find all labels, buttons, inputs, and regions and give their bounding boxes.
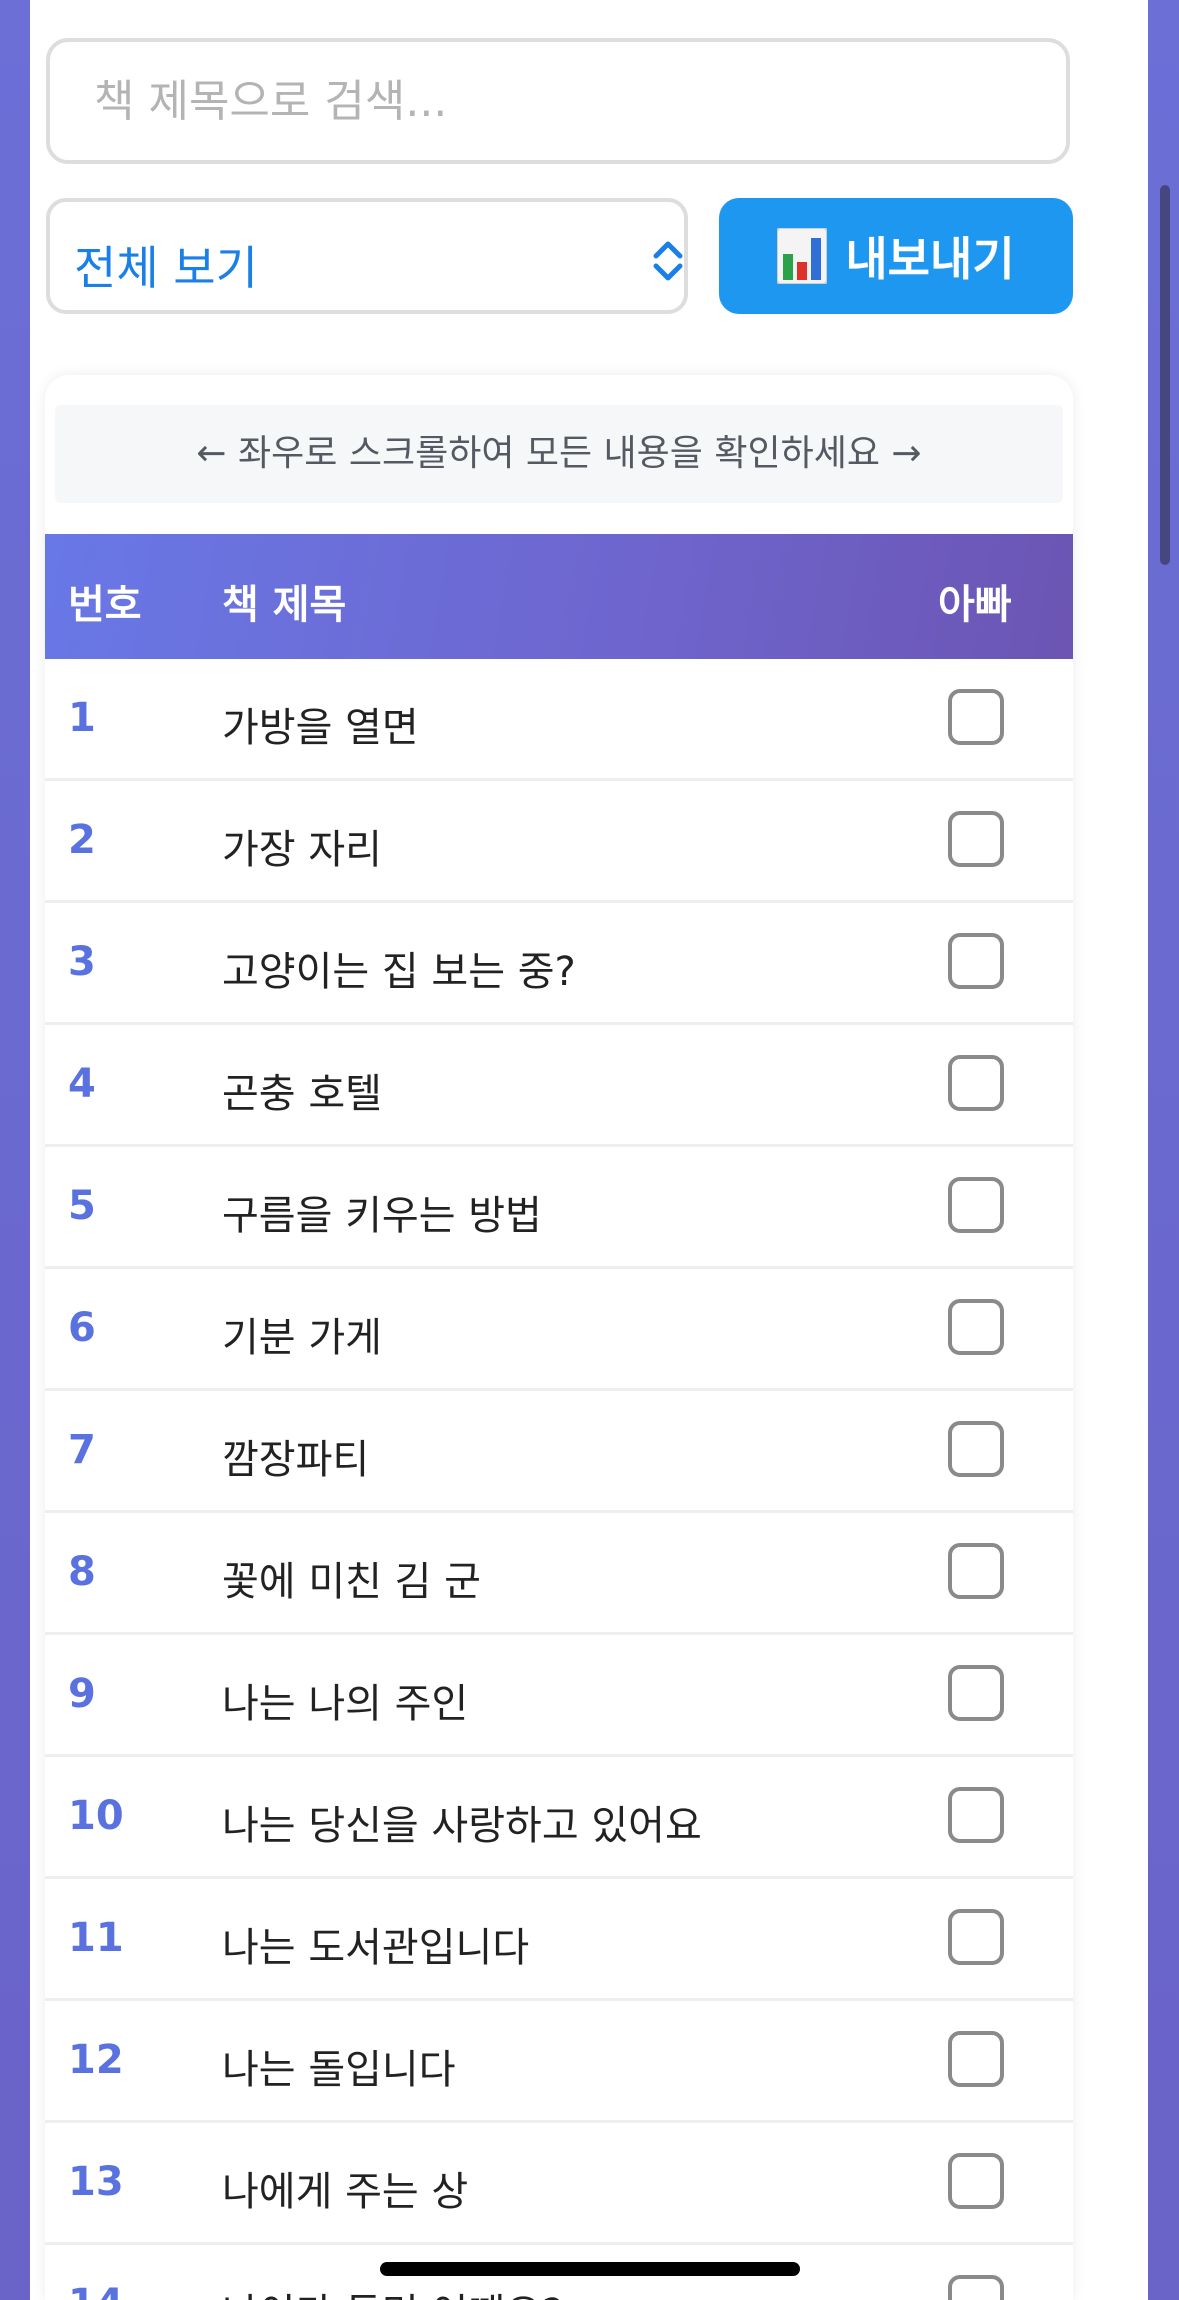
- table-row: 10 나는 당신을 사랑하고 있어요: [45, 1757, 1073, 1880]
- page-scrollbar[interactable]: [1160, 185, 1170, 565]
- home-indicator: [380, 2262, 800, 2276]
- dad-checkbox[interactable]: [948, 1177, 1004, 1233]
- book-title: 기분 가게: [222, 1315, 382, 1361]
- book-title: 나이가 들면 어때요?: [222, 2281, 563, 2300]
- table-row: 3 고양이는 집 보는 중?: [45, 903, 1073, 1026]
- book-title: 꽃에 미친 김 군: [222, 1559, 481, 1605]
- dad-checkbox[interactable]: [948, 1787, 1004, 1843]
- row-number: 7: [68, 1427, 96, 1473]
- row-number: 9: [68, 1671, 96, 1717]
- row-number: 12: [68, 2037, 124, 2083]
- book-title: 구름을 키우는 방법: [222, 1193, 542, 1239]
- row-number: 2: [68, 817, 96, 863]
- table-row: 1 가방을 열면: [45, 659, 1073, 782]
- table-row: 13 나에게 주는 상: [45, 2123, 1073, 2246]
- row-number: 3: [68, 939, 96, 985]
- book-title: 곤충 호텔: [222, 1071, 382, 1117]
- book-table[interactable]: ← 좌우로 스크롤하여 모든 내용을 확인하세요 → 번호 책 제목 아빠 엄 …: [45, 375, 1073, 2300]
- dad-checkbox[interactable]: [948, 2275, 1004, 2300]
- header-title: 책 제목: [222, 582, 347, 628]
- chevron-updown-icon: [653, 241, 683, 281]
- table-row: 6 기분 가게: [45, 1269, 1073, 1392]
- dad-checkbox[interactable]: [948, 1543, 1004, 1599]
- book-title: 나는 도서관입니다: [222, 1925, 530, 1971]
- table-row: 5 구름을 키우는 방법: [45, 1147, 1073, 1270]
- scroll-hint: ← 좌우로 스크롤하여 모든 내용을 확인하세요 →: [55, 405, 1063, 503]
- header-dad: 아빠: [938, 582, 1012, 628]
- table-row: 12 나는 돌입니다: [45, 2001, 1073, 2124]
- dad-checkbox[interactable]: [948, 1421, 1004, 1477]
- book-title: 고양이는 집 보는 중?: [222, 949, 576, 995]
- row-number: 11: [68, 1915, 124, 1961]
- export-label: 내보내기: [845, 232, 1015, 286]
- row-number: 13: [68, 2159, 124, 2205]
- row-number: 5: [68, 1183, 96, 1229]
- table-row: 11 나는 도서관입니다: [45, 1879, 1073, 2002]
- book-title: 나는 당신을 사랑하고 있어요: [222, 1803, 702, 1849]
- book-title: 깜장파티: [222, 1437, 370, 1483]
- row-number: 6: [68, 1305, 96, 1351]
- table-row: 8 꽃에 미친 김 군: [45, 1513, 1073, 1636]
- table-row: 2 가장 자리: [45, 781, 1073, 904]
- dad-checkbox[interactable]: [948, 811, 1004, 867]
- row-number: 14: [68, 2281, 124, 2300]
- book-title: 가방을 열면: [222, 705, 419, 751]
- table-row: 7 깜장파티: [45, 1391, 1073, 1514]
- row-number: 10: [68, 1793, 124, 1839]
- dad-checkbox[interactable]: [948, 933, 1004, 989]
- dad-checkbox[interactable]: [948, 1665, 1004, 1721]
- book-title: 나는 돌입니다: [222, 2047, 456, 2093]
- dad-checkbox[interactable]: [948, 1055, 1004, 1111]
- row-number: 8: [68, 1549, 96, 1595]
- book-title: 가장 자리: [222, 827, 382, 873]
- dad-checkbox[interactable]: [948, 2031, 1004, 2087]
- search-input[interactable]: [46, 38, 1070, 164]
- table-row: 4 곤충 호텔: [45, 1025, 1073, 1148]
- row-number: 4: [68, 1061, 96, 1107]
- row-number: 1: [68, 695, 96, 741]
- header-number: 번호: [68, 582, 142, 628]
- book-title: 나는 나의 주인: [222, 1681, 469, 1727]
- dad-checkbox[interactable]: [948, 1909, 1004, 1965]
- dad-checkbox[interactable]: [948, 689, 1004, 745]
- dad-checkbox[interactable]: [948, 2153, 1004, 2209]
- dad-checkbox[interactable]: [948, 1299, 1004, 1355]
- book-title: 나에게 주는 상: [222, 2169, 469, 2215]
- filter-selected-value: 전체 보기: [74, 241, 258, 295]
- bar-chart-icon: [777, 228, 828, 284]
- export-button[interactable]: 내보내기: [719, 198, 1073, 314]
- table-header: 번호 책 제목 아빠 엄: [45, 534, 1073, 659]
- filter-select[interactable]: 전체 보기: [46, 198, 688, 314]
- table-row: 9 나는 나의 주인: [45, 1635, 1073, 1758]
